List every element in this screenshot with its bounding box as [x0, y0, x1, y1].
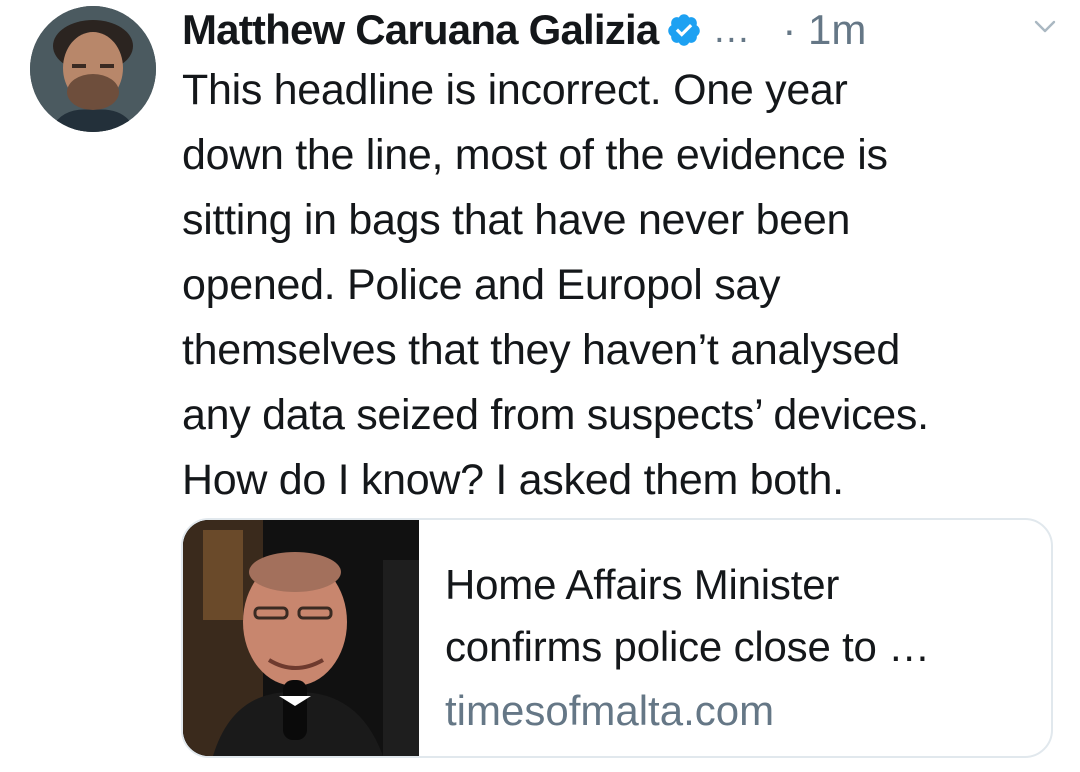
chevron-down-icon[interactable]	[1030, 14, 1060, 38]
tweet-text-line: any data seized from suspects’ devices.	[182, 391, 929, 439]
tweet-text-line: down the line, most of the evidence is	[182, 131, 888, 179]
link-preview-thumbnail	[183, 520, 419, 756]
tweet-text-line: opened. Police and Europol say	[182, 261, 781, 309]
link-preview-card[interactable]: Home Affairs Minister confirms police cl…	[181, 518, 1053, 758]
tweet-timestamp[interactable]: · 1m	[782, 6, 866, 54]
author-handle[interactable]: …	[712, 9, 750, 52]
tweet-text-line: sitting in bags that have never been	[182, 196, 851, 244]
verified-badge-icon	[668, 14, 701, 46]
tweet-text-line: themselves that they haven’t analysed	[182, 326, 900, 374]
tweet-text-line: This headline is incorrect. One year	[182, 66, 848, 114]
tweet-text-line: How do I know? I asked them both.	[182, 456, 844, 504]
link-preview-domain: timesofmalta.com	[445, 687, 775, 734]
author-avatar[interactable]	[30, 6, 156, 132]
article-photo	[183, 520, 419, 756]
link-preview-info: Home Affairs Minister confirms police cl…	[419, 520, 930, 756]
tweet-header: Matthew Caruana Galizia … · 1m	[182, 0, 1062, 60]
tweet[interactable]: Matthew Caruana Galizia … · 1m This head…	[0, 0, 1080, 772]
tweet-text: This headline is incorrect. One year dow…	[182, 58, 1062, 513]
link-preview-title-line: confirms police close to …	[445, 623, 930, 670]
avatar-portrait	[30, 6, 156, 132]
link-preview-title-line: Home Affairs Minister	[445, 561, 840, 608]
author-name[interactable]: Matthew Caruana Galizia	[182, 6, 659, 54]
link-preview-title: Home Affairs Minister confirms police cl…	[445, 554, 930, 678]
